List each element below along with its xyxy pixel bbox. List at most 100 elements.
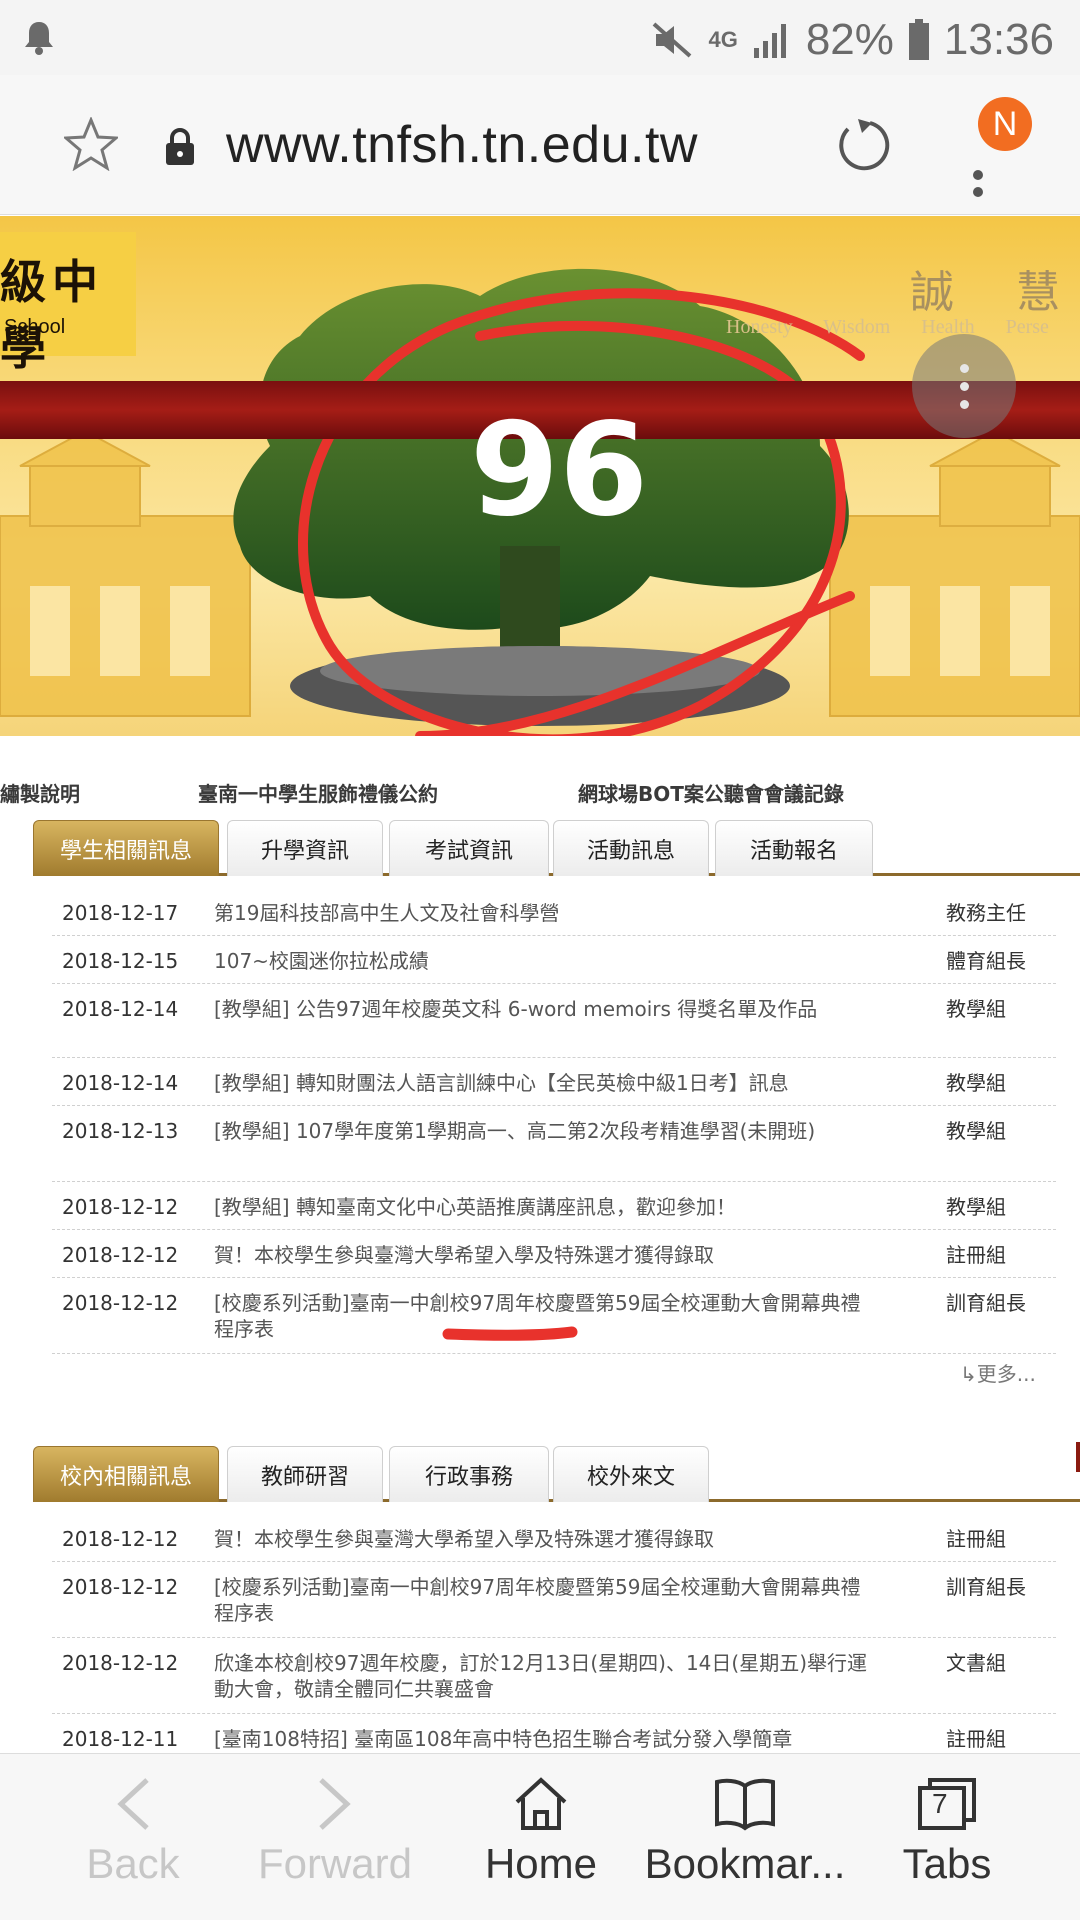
school-motto-en: Honesty Wisdom Health Perse <box>726 316 1049 338</box>
tab-student-info[interactable]: 學生相關訊息 <box>33 820 219 876</box>
student-tabbar: 學生相關訊息 升學資訊 考試資訊 活動訊息 活動報名 <box>33 818 1080 876</box>
table-row[interactable]: 2018-12-12 [教學組] 轉知臺南文化中心英語推廣講座訊息，歡迎參加！ … <box>52 1182 1056 1230</box>
browser-toolbar: www.tnfsh.tn.edu.tw N <box>0 75 1080 215</box>
news-title[interactable]: [教學組] 公告97週年校慶英文科 6-word memoirs 得獎名單及作品 <box>214 996 874 1022</box>
student-news-list: 2018-12-17 第19屆科技部高中生人文及社會科學營 教務主任 2018-… <box>52 888 1056 1354</box>
news-unit: 註冊組 <box>946 1727 1006 1751</box>
battery-icon <box>908 19 929 60</box>
back-label: Back <box>86 1840 180 1887</box>
notification-bell-icon <box>25 22 53 55</box>
banner-options-button[interactable] <box>912 334 1016 438</box>
forward-arrow-icon <box>319 1778 351 1830</box>
bookmark-star-icon[interactable] <box>64 117 118 171</box>
url-field[interactable]: www.tnfsh.tn.edu.tw <box>226 115 698 175</box>
bookmarks-label: Bookmar... <box>644 1840 846 1887</box>
news-title[interactable]: [校慶系列活動]臺南一中創校97周年校慶暨第59屆全校運動大會開幕典禮程序表 <box>214 1290 874 1342</box>
school-tabbar: 校內相關訊息 教師研習 行政事務 校外來文 <box>33 1444 1080 1502</box>
table-row[interactable]: 2018-12-12 [校慶系列活動]臺南一中創校97周年校慶暨第59屆全校運動… <box>52 1562 1056 1638</box>
back-arrow-icon <box>117 1778 149 1830</box>
more-arrow-icon: ↳ <box>960 1362 977 1386</box>
back-button[interactable]: Back <box>68 1754 198 1921</box>
more-link[interactable]: ↳更多... <box>960 1358 1036 1387</box>
news-title[interactable]: 賀！本校學生參與臺灣大學希望入學及特殊選才獲得錄取 <box>214 1526 874 1552</box>
news-unit: 訓育組長 <box>946 1291 1026 1315</box>
signal-icon <box>753 24 786 58</box>
battery-percent: 82% <box>805 15 894 64</box>
news-date: 2018-12-15 <box>62 949 179 973</box>
news-title[interactable]: [教學組] 107學年度第1學期高一、高二第2次段考精進學習(未開班) <box>214 1118 874 1144</box>
tabs-label: Tabs <box>902 1840 992 1887</box>
reload-icon[interactable] <box>836 117 892 173</box>
mute-icon <box>653 22 692 58</box>
news-unit: 註冊組 <box>946 1527 1006 1551</box>
news-title[interactable]: 欣逢本校創校97週年校慶，訂於12月13日(星期四)、14日(星期五)舉行運動大… <box>214 1650 874 1702</box>
browser-bottom-nav: Back Forward Home Bookmar... 7 Tabs <box>0 1753 1080 1920</box>
news-date: 2018-12-12 <box>62 1651 179 1675</box>
news-title[interactable]: [校慶系列活動]臺南一中創校97周年校慶暨第59屆全校運動大會開幕典禮程序表 <box>214 1574 874 1626</box>
news-unit: 教學組 <box>946 1071 1006 1095</box>
tab-teacher-training[interactable]: 教師研習 <box>227 1446 383 1502</box>
tabs-button[interactable]: 7 Tabs <box>880 1754 1014 1921</box>
forward-button[interactable]: Forward <box>250 1754 420 1921</box>
news-unit: 教務主任 <box>946 901 1026 925</box>
table-row[interactable]: 2018-12-13 [教學組] 107學年度第1學期高一、高二第2次段考精進學… <box>52 1106 1056 1182</box>
school-banner: 級中學 School 誠 慧 健 Honesty Wisdom Health P… <box>0 216 1080 736</box>
bookmarks-book-icon <box>715 1778 775 1831</box>
tab-admin-affairs[interactable]: 行政事務 <box>389 1446 549 1502</box>
news-date: 2018-12-12 <box>62 1195 179 1219</box>
tab-count: 7 <box>932 1788 948 1819</box>
tab-external-docs[interactable]: 校外來文 <box>553 1446 709 1502</box>
school-name: 級中學 <box>0 255 104 375</box>
news-unit: 註冊組 <box>946 1243 1006 1267</box>
marquee-link[interactable]: 繡製說明 <box>0 778 80 807</box>
home-label: Home <box>484 1840 598 1887</box>
account-avatar[interactable]: N <box>978 97 1032 151</box>
news-unit: 教學組 <box>946 997 1006 1021</box>
news-title[interactable]: 107~校園迷你拉松成績 <box>214 948 874 974</box>
news-date: 2018-12-12 <box>62 1291 179 1315</box>
status-bar: 4G 82% 13:36 <box>0 0 1080 75</box>
table-row[interactable]: 2018-12-12 賀！本校學生參與臺灣大學希望入學及特殊選才獲得錄取 註冊組 <box>52 1230 1056 1278</box>
table-row[interactable]: 2018-12-12 賀！本校學生參與臺灣大學希望入學及特殊選才獲得錄取 註冊組 <box>52 1514 1056 1562</box>
news-date: 2018-12-14 <box>62 997 179 1021</box>
home-button[interactable]: Home <box>474 1754 608 1921</box>
table-row[interactable]: 2018-12-14 [教學組] 公告97週年校慶英文科 6-word memo… <box>52 984 1056 1058</box>
news-title[interactable]: [臺南108特招] 臺南區108年高中特色招生聯合考試分發入學簡章 <box>214 1726 874 1752</box>
school-news-list: 2018-12-12 賀！本校學生參與臺灣大學希望入學及特殊選才獲得錄取 註冊組… <box>52 1514 1056 1762</box>
tab-registration[interactable]: 活動報名 <box>715 820 873 876</box>
school-motto: 誠 慧 健 <box>910 267 1080 318</box>
table-row[interactable]: 2018-12-14 [教學組] 轉知財團法人語言訓練中心【全民英檢中級1日考】… <box>52 1058 1056 1106</box>
table-row[interactable]: 2018-12-12 欣逢本校創校97週年校慶，訂於12月13日(星期四)、14… <box>52 1638 1056 1714</box>
news-date: 2018-12-12 <box>62 1575 179 1599</box>
news-date: 2018-12-12 <box>62 1243 179 1267</box>
news-unit: 教學組 <box>946 1195 1006 1219</box>
tab-school-info[interactable]: 校內相關訊息 <box>33 1446 219 1502</box>
table-row[interactable]: 2018-12-12 [校慶系列活動]臺南一中創校97周年校慶暨第59屆全校運動… <box>52 1278 1056 1354</box>
table-row[interactable]: 2018-12-17 第19屆科技部高中生人文及社會科學營 教務主任 <box>52 888 1056 936</box>
marquee-link[interactable]: 臺南一中學生服飾禮儀公約 <box>198 778 438 807</box>
marquee-link[interactable]: 網球場BOT案公聽會會議記錄 <box>578 778 844 807</box>
bookmarks-button[interactable]: Bookmar... <box>640 1754 850 1921</box>
lock-icon <box>166 128 194 165</box>
news-date: 2018-12-17 <box>62 901 179 925</box>
menu-kebab-icon[interactable] <box>970 137 986 197</box>
tab-admission[interactable]: 升學資訊 <box>227 820 383 876</box>
tab-exam[interactable]: 考試資訊 <box>389 820 549 876</box>
tab-activities[interactable]: 活動訊息 <box>553 820 709 876</box>
news-title[interactable]: 第19屆科技部高中生人文及社會科學營 <box>214 900 874 926</box>
news-title[interactable]: [教學組] 轉知臺南文化中心英語推廣講座訊息，歡迎參加！ <box>214 1194 874 1220</box>
news-date: 2018-12-12 <box>62 1527 179 1551</box>
table-row[interactable]: 2018-12-15 107~校園迷你拉松成績 體育組長 <box>52 936 1056 984</box>
side-marker <box>1076 1442 1080 1472</box>
forward-label: Forward <box>257 1840 413 1887</box>
news-unit: 文書組 <box>946 1651 1006 1675</box>
news-unit: 訓育組長 <box>946 1575 1026 1599</box>
school-logo[interactable]: 級中學 School <box>0 232 136 375</box>
news-unit: 體育組長 <box>946 949 1026 973</box>
news-date: 2018-12-11 <box>62 1727 179 1751</box>
news-date: 2018-12-14 <box>62 1071 179 1095</box>
network-type: 4G <box>708 27 738 52</box>
news-title[interactable]: 賀！本校學生參與臺灣大學希望入學及特殊選才獲得錄取 <box>214 1242 874 1268</box>
news-title[interactable]: [教學組] 轉知財團法人語言訓練中心【全民英檢中級1日考】訊息 <box>214 1070 874 1096</box>
anniversary-number: 96 <box>470 396 649 545</box>
